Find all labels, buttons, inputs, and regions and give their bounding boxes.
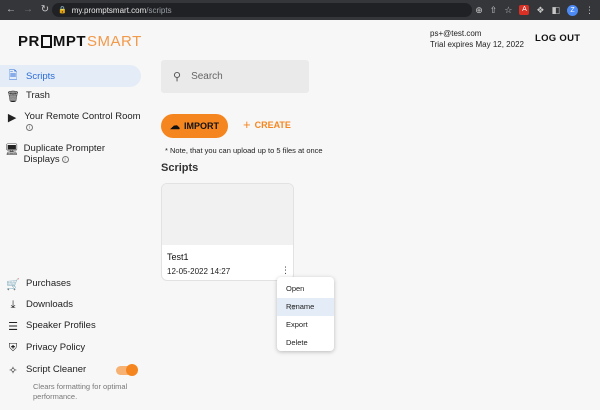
script-date: 12-05-2022 14:27 — [167, 267, 231, 276]
script-cleaner-description: Clears formatting for optimal performanc… — [33, 382, 128, 401]
kebab-menu-icon[interactable]: ⋮ — [585, 5, 594, 16]
logo-text-pr: PR — [18, 32, 40, 50]
url-text: my.promptsmart.com/scripts — [72, 6, 172, 15]
sidebar-item-label: Duplicate Prompter Displays i — [24, 143, 141, 165]
forward-arrow-icon[interactable]: → — [22, 0, 34, 20]
menu-item-rename[interactable]: Rename — [277, 298, 334, 316]
create-button[interactable]: + CREATE — [243, 117, 291, 132]
account-email: ps+@test.com — [430, 29, 482, 38]
url-host: my.promptsmart.com — [71, 5, 147, 15]
info-icon[interactable]: i — [61, 155, 69, 163]
sidebar-item-label: Scripts — [26, 70, 56, 82]
logout-button[interactable]: LOG OUT — [535, 33, 580, 44]
sidebar-item-scripts[interactable]: 🗎 Scripts — [0, 65, 141, 87]
trash-icon: 🗑 — [6, 91, 20, 103]
script-card[interactable]: Test1 12-05-2022 14:27 ⋮ — [161, 183, 294, 281]
search-input[interactable] — [191, 71, 292, 82]
logo-text-mpt: MPT — [52, 32, 87, 50]
search-box[interactable]: ⚲ — [161, 60, 309, 93]
info-icon[interactable]: i — [26, 123, 34, 131]
cleaner-icon: ✧ — [8, 365, 18, 377]
puzzle-icon[interactable]: ❖ — [536, 5, 544, 16]
trial-expiry: Trial expires May 12, 2022 — [430, 40, 524, 49]
download-icon: ⤓ — [10, 299, 16, 311]
remote-icon: ▶ — [7, 112, 17, 124]
menu-item-export[interactable]: Export — [277, 316, 334, 334]
hand-cursor-icon: ☞ — [289, 303, 298, 314]
sidebar-item-label: Downloads — [26, 299, 73, 310]
card-more-icon[interactable]: ⋮ — [281, 265, 290, 275]
script-thumbnail[interactable] — [162, 184, 293, 245]
shield-icon: ⛨ — [8, 342, 18, 354]
cart-icon: 🛒 — [6, 279, 20, 291]
sidebar-item-label: Script Cleaner — [26, 364, 87, 375]
section-title: Scripts — [161, 162, 199, 174]
reload-icon[interactable]: ↻ — [39, 0, 51, 20]
account-info: ps+@test.com Trial expires May 12, 2022 — [430, 28, 524, 50]
back-arrow-icon[interactable]: ← — [5, 0, 17, 20]
sidebar-item-label: Privacy Policy — [26, 342, 86, 353]
cloud-upload-icon: ☁ — [170, 120, 180, 132]
plus-icon: + — [243, 117, 251, 132]
upload-note: * Note, that you can upload up to 5 file… — [165, 146, 323, 155]
promptsmart-logo[interactable]: PR MPT SMART — [18, 32, 142, 50]
browser-toolbar: ← → ↻ 🔒 my.promptsmart.com/scripts ⊕ ⇧ ☆… — [0, 0, 600, 20]
extension-icon[interactable]: A — [519, 5, 530, 15]
context-menu: Open Rename Export Delete — [277, 277, 334, 351]
logo-text-smart: SMART — [87, 32, 142, 50]
url-path: /scripts — [146, 5, 172, 15]
browser-actions: ⊕ ⇧ ☆ A ❖ ◧ Z ⋮ — [475, 0, 594, 20]
lock-icon: 🔒 — [58, 7, 67, 14]
sidebar-item-label: Speaker Profiles — [26, 320, 96, 331]
sidebar-item-label: Your Remote Control Roomi — [24, 111, 141, 133]
menu-item-delete[interactable]: Delete — [277, 334, 334, 352]
share-icon[interactable]: ⇧ — [490, 5, 498, 16]
remote-label-text: Your Remote Control Room — [24, 111, 141, 122]
sidepanel-icon[interactable]: ◧ — [551, 5, 560, 16]
speaker-icon: ☰ — [8, 321, 18, 333]
sidebar-item-remote-control[interactable]: ▶ Your Remote Control Roomi — [0, 111, 141, 133]
script-cleaner-toggle[interactable] — [116, 364, 138, 376]
sidebar-item-trash[interactable]: 🗑 Trash — [0, 90, 141, 103]
bookmark-star-icon[interactable]: ☆ — [504, 5, 512, 16]
import-button[interactable]: ☁ IMPORT — [161, 114, 228, 138]
sidebar-item-label: Purchases — [26, 278, 71, 289]
sidebar-item-speaker-profiles[interactable]: ☰ Speaker Profiles — [0, 320, 141, 333]
app-root: PR MPT SMART ps+@test.com Trial expires … — [0, 20, 600, 410]
profile-avatar[interactable]: Z — [567, 4, 578, 16]
sidebar-item-purchases[interactable]: 🛒 Purchases — [0, 278, 141, 291]
address-bar[interactable]: 🔒 my.promptsmart.com/scripts — [52, 3, 472, 17]
document-icon: 🗎 — [8, 69, 18, 82]
script-title: Test1 — [167, 252, 189, 262]
sidebar-item-label: Trash — [26, 90, 50, 101]
sidebar-item-downloads[interactable]: ⤓ Downloads — [0, 299, 141, 312]
display-icon: 🖥 — [4, 144, 19, 156]
sidebar-item-duplicate-displays[interactable]: 🖥 Duplicate Prompter Displays i — [0, 143, 141, 165]
menu-item-open[interactable]: Open — [277, 280, 334, 298]
logo-o-mark — [40, 34, 52, 48]
create-label: CREATE — [254, 120, 291, 130]
import-label: IMPORT — [184, 121, 219, 131]
sidebar-item-privacy-policy[interactable]: ⛨ Privacy Policy — [0, 342, 141, 355]
toggle-knob — [126, 364, 138, 376]
search-icon: ⚲ — [173, 71, 182, 83]
zoom-icon[interactable]: ⊕ — [475, 5, 483, 16]
